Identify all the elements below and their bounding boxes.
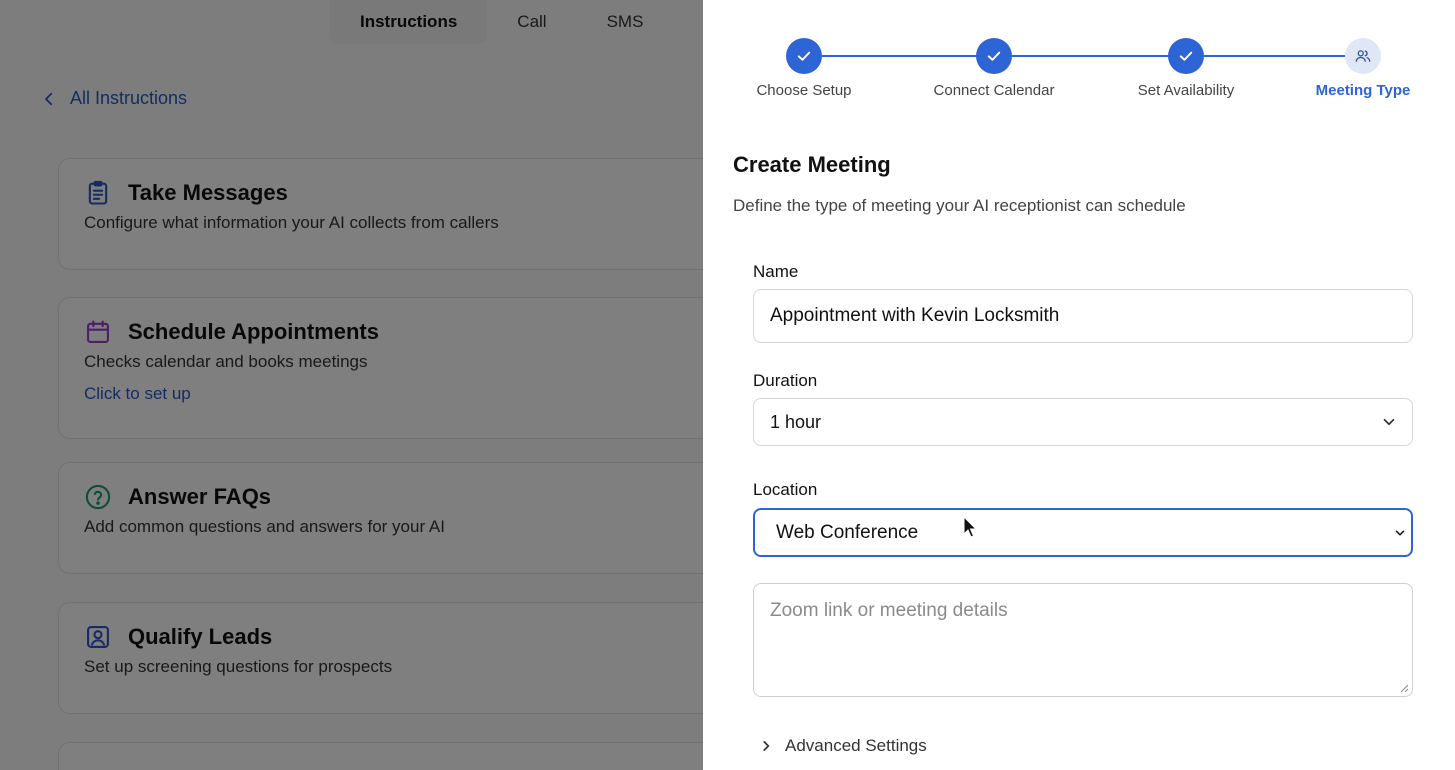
chevron-right-icon	[763, 741, 770, 751]
page-title: Create Meeting	[733, 152, 891, 177]
resize-grip-icon[interactable]	[1399, 683, 1409, 693]
step-label-set-availability[interactable]: Set Availability	[1138, 82, 1234, 99]
duration-label: Duration	[753, 371, 818, 390]
advanced-settings-toggle[interactable]: Advanced Settings	[759, 736, 927, 756]
step-label-meeting-type[interactable]: Meeting Type	[1316, 82, 1411, 99]
meeting-details-textarea[interactable]: Zoom link or meeting details	[753, 583, 1413, 697]
check-icon	[987, 51, 1001, 61]
step-connector	[1012, 55, 1170, 57]
step-connector	[822, 55, 978, 57]
step-3-check[interactable]	[1168, 38, 1204, 74]
name-input[interactable]: Appointment with Kevin Locksmith	[753, 289, 1413, 343]
duration-select-value: 1 hour	[770, 411, 822, 432]
step-label-choose-setup[interactable]: Choose Setup	[756, 82, 851, 99]
location-select[interactable]: Web Conference	[753, 508, 1413, 557]
setup-stepper: Choose Setup Connect Calendar Set Availa…	[703, 36, 1455, 116]
meeting-setup-panel: Choose Setup Connect Calendar Set Availa…	[703, 0, 1455, 770]
location-select-value: Web Conference	[776, 521, 919, 543]
duration-select[interactable]: 1 hour	[753, 398, 1413, 446]
check-icon	[1179, 51, 1193, 61]
chevron-down-icon	[1383, 418, 1395, 426]
check-icon	[797, 51, 811, 61]
step-2-check[interactable]	[976, 38, 1012, 74]
name-label: Name	[753, 262, 799, 281]
mouse-cursor-icon	[963, 516, 978, 538]
location-label: Location	[753, 480, 818, 499]
chevron-down-icon	[1395, 529, 1405, 536]
step-connector	[1204, 55, 1347, 57]
modal-backdrop[interactable]	[0, 0, 703, 770]
step-4-current[interactable]	[1345, 38, 1381, 74]
advanced-settings-label: Advanced Settings	[785, 736, 927, 755]
step-label-connect-calendar[interactable]: Connect Calendar	[934, 82, 1055, 99]
meeting-details-placeholder: Zoom link or meeting details	[770, 600, 1008, 621]
users-icon	[1355, 50, 1371, 62]
step-1-check[interactable]	[786, 38, 822, 74]
name-input-value: Appointment with Kevin Locksmith	[770, 305, 1060, 326]
page-subtitle: Define the type of meeting your AI recep…	[733, 196, 1186, 215]
